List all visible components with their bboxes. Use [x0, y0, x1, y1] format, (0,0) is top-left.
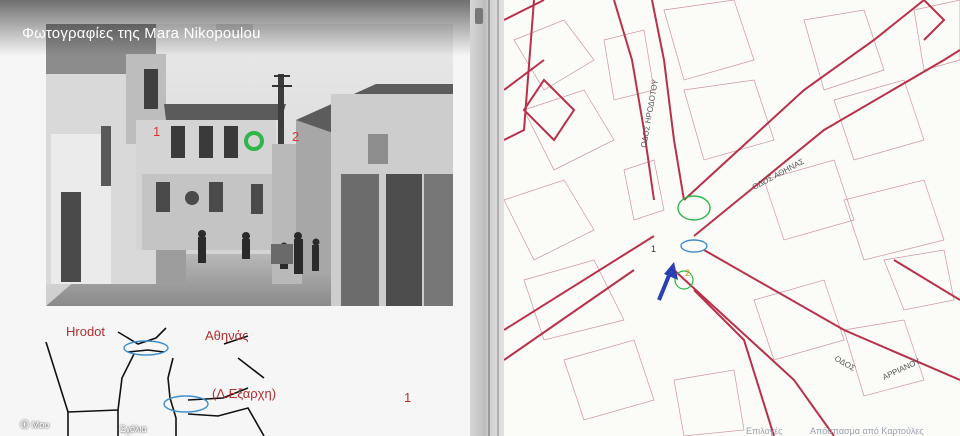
street-map[interactable]: 1 2 ΟΔΟΣ ΗΡΟΔΟΤΟΥ ΟΔΟΣ ΑΘΗΝΑΣ ΟΔΟΣ ΑΡΡΙΑ… — [504, 0, 960, 436]
map-marker-2: 2 — [685, 268, 690, 278]
historic-street-photo[interactable]: 1 2 — [46, 24, 453, 306]
photo-marker-1: 1 — [153, 124, 160, 139]
sketch-label-exarchi: (Λ.Εξαρχη) — [212, 386, 277, 401]
photo-viewer-pane: Φωτογραφίες της Mara Nikopoulou 1 2 1 Hr… — [0, 0, 470, 436]
sketch-label-athinas: Αθηνάς — [205, 328, 249, 343]
sketch-marker-1: 1 — [404, 390, 411, 405]
info-icon: 🛈 — [20, 420, 30, 430]
photo-marker-2: 2 — [292, 129, 299, 144]
scrollbar-thumb[interactable] — [475, 8, 483, 24]
divider-line-1 — [488, 0, 490, 436]
map-bottom-text-1[interactable]: Επιλογές — [746, 426, 782, 436]
map-bottom-text-2[interactable]: Απόσπασμα από Καρτούλες — [810, 426, 924, 436]
map-marker-1: 1 — [651, 244, 656, 254]
sketch-label-hrodot: Hrodot — [66, 324, 106, 339]
cadastral-map-pane[interactable]: 1 2 ΟΔΟΣ ΗΡΟΔΟΤΟΥ ΟΔΟΣ ΑΘΗΝΑΣ ΟΔΟΣ ΑΡΡΙΑ… — [504, 0, 960, 436]
comments-label[interactable]: Σχόλια — [120, 424, 147, 434]
album-title[interactable]: Φωτογραφίες της Mara Nikopoulou — [22, 25, 261, 42]
footer-left-label[interactable]: 🛈 Μου — [20, 418, 49, 434]
divider-line-2 — [497, 0, 499, 436]
